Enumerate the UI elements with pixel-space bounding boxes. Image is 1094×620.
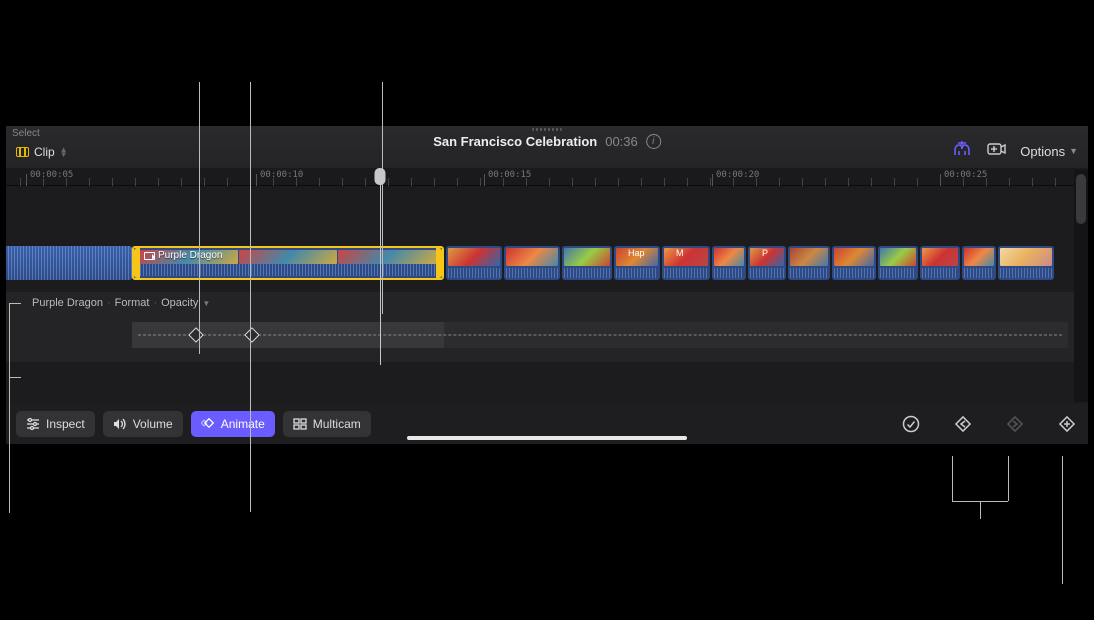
playhead[interactable] [375,168,386,185]
home-indicator [407,436,687,440]
scrollbar-thumb[interactable] [1076,174,1086,224]
multicam-icon [293,418,307,430]
ruler-label: 00:00:10 [260,170,303,180]
options-menu[interactable]: Options ▼ [1020,144,1078,159]
camera-icon [617,250,626,257]
keyframe-value-line[interactable] [138,335,1062,336]
callout-line [382,82,383,314]
updown-icon: ▲▼ [60,147,68,157]
clip[interactable] [788,246,830,280]
clip[interactable]: M [662,246,710,280]
callout-line [9,303,10,513]
clip-label: Purple Dragon [144,250,222,261]
volume-icon [113,418,127,430]
clip-name: Purple Dragon [158,250,222,261]
editor-panel: Select Clip ▲▼ San Francisco Celebration… [6,126,1088,444]
clip[interactable] [712,246,746,280]
clip[interactable] [562,246,612,280]
callout-line [199,82,200,354]
clip[interactable] [998,246,1054,280]
clip[interactable] [920,246,960,280]
camera-icon [751,250,760,257]
timeline-track-area[interactable]: Purple Dragon HapM P [6,186,1088,292]
animate-label: Animate [221,417,265,431]
clip[interactable] [446,246,502,280]
record-vo-icon[interactable] [986,141,1006,162]
animate-icon [201,418,215,430]
clip-selector-label: Clip [34,145,55,159]
callout-line [9,377,21,378]
clip[interactable]: P [748,246,786,280]
callout-line [952,456,953,501]
inspect-button[interactable]: Inspect [16,411,95,437]
trim-handle-right[interactable] [436,248,442,278]
keyframe-category[interactable]: Format [115,297,150,309]
options-label: Options [1020,144,1065,159]
ruler-label: 00:00:05 [30,170,73,180]
chevron-down-icon: ▼ [1069,146,1078,156]
clip[interactable] [878,246,918,280]
inspect-label: Inspect [46,417,85,431]
volume-button[interactable]: Volume [103,411,183,437]
select-label: Select [12,128,40,139]
enable-keyframes-button[interactable] [900,413,922,435]
ruler-label: 00:00:15 [488,170,531,180]
callout-line [250,82,251,512]
clip-waveform [140,264,436,276]
ruler-label: 00:00:20 [716,170,759,180]
keyframe-lane[interactable] [132,322,1068,348]
inspect-icon [26,418,40,430]
project-duration: 00:36 [605,134,638,149]
snap-icon[interactable] [952,141,972,162]
primary-lane: Purple Dragon HapM P [6,246,1088,280]
clip[interactable] [504,246,560,280]
time-ruler[interactable]: 00:00:05 00:00:10 00:00:15 00:00:20 00:00:25 [6,168,1088,186]
callout-line [9,303,21,304]
info-icon[interactable]: i [646,134,661,149]
camera-icon [144,252,155,260]
clip-selected[interactable]: Purple Dragon [132,246,444,280]
animate-button[interactable]: Animate [191,411,275,437]
project-title: San Francisco Celebration [433,134,597,149]
camera-icon [665,250,674,257]
clip-selector[interactable]: Clip ▲▼ [16,145,68,159]
header-bar: Select Clip ▲▼ San Francisco Celebration… [6,126,1088,168]
keyframe-controls [900,413,1078,435]
volume-label: Volume [133,417,173,431]
callout-line [980,501,981,519]
callout-line [1062,456,1063,584]
project-title-area: San Francisco Celebration 00:36 i [433,134,661,149]
next-keyframe-button[interactable] [1004,413,1026,435]
keyframe-editor: Purple Dragon · Format · Opacity ▼ [6,292,1088,362]
keyframe-header[interactable]: Purple Dragon · Format · Opacity ▼ [6,292,1088,314]
multicam-button[interactable]: Multicam [283,411,371,437]
ruler-label: 00:00:25 [944,170,987,180]
keyframe-parameter[interactable]: Opacity [161,297,198,309]
drag-grip[interactable] [532,128,562,131]
vertical-scrollbar[interactable] [1074,170,1088,402]
callout-line [1008,456,1009,501]
add-keyframe-button[interactable] [1056,413,1078,435]
prev-keyframe-button[interactable] [952,413,974,435]
clip-icon [16,147,29,157]
clip[interactable] [832,246,876,280]
header-tools: Options ▼ [952,141,1078,162]
clip[interactable]: Hap [614,246,660,280]
multicam-label: Multicam [313,417,361,431]
keyframe-clip-name: Purple Dragon [32,297,103,309]
clip[interactable] [962,246,996,280]
clip-audio-lead[interactable] [6,246,132,280]
chevron-down-icon: ▼ [202,299,210,308]
